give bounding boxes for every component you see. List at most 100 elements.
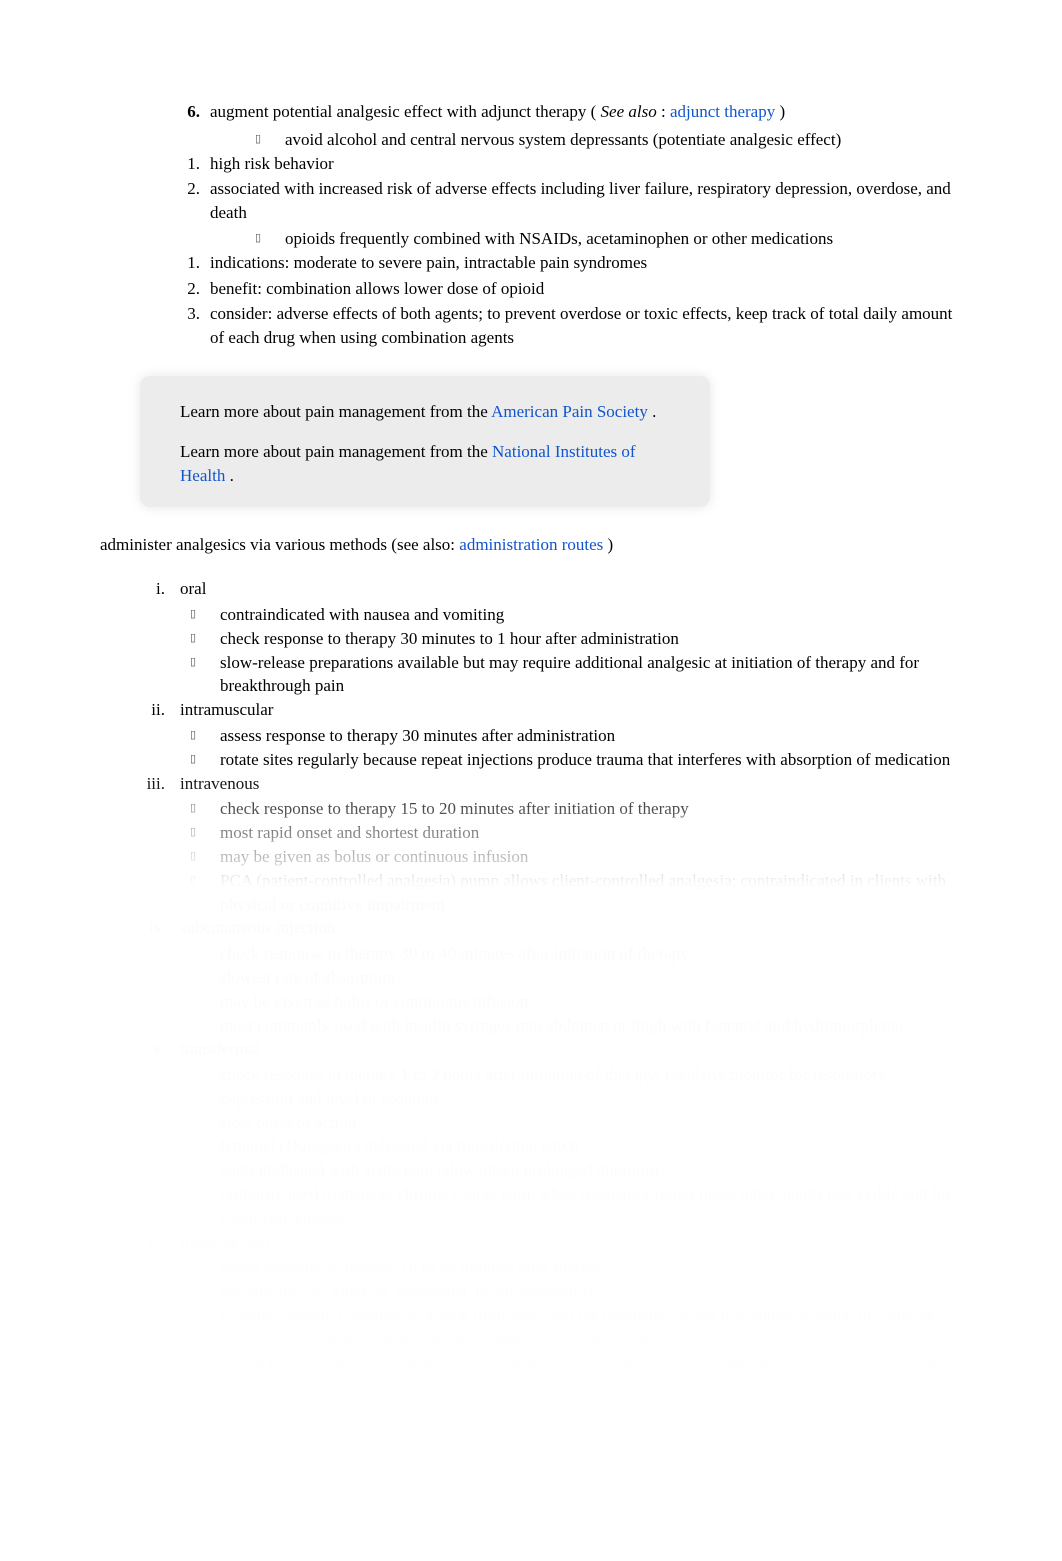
square-bullet-icon: ▯ — [190, 1398, 220, 1446]
square-bullet-icon: ▯ — [190, 1014, 220, 1038]
combo-item-text: benefit: combination allows lower dose o… — [210, 277, 962, 301]
risk-item: 1.high risk behavior — [180, 152, 962, 176]
square-bullet-icon: ▯ — [190, 797, 220, 821]
risk-item-number: 2. — [180, 177, 210, 225]
combo-item-number: 3. — [180, 302, 210, 350]
route-sub-item: ▯slowest rate of absorption — [190, 966, 962, 990]
route-sub-item: ▯slow onset of action — [190, 1111, 962, 1135]
combo-item-number: 1. — [180, 251, 210, 275]
square-bullet-icon: ▯ — [190, 1182, 220, 1230]
route-number: i. — [135, 577, 180, 601]
route-sub-item: ▯primarily used to manage chronic cancer… — [190, 1182, 962, 1230]
route-sub-text: most commonly used with insulin syringes… — [220, 1014, 962, 1038]
admin-pre: administer analgesics via various method… — [100, 535, 459, 554]
route-sub-text: may be given as bolus or continuous infu… — [220, 990, 962, 1014]
route-sub-item: ▯assess response to therapy 30 minutes a… — [190, 724, 962, 748]
route-label: intramuscular — [180, 698, 962, 722]
route-sub-item: ▯buccal fentanyl tablet: for breakthroug… — [190, 1351, 962, 1399]
close-paren: ) — [779, 102, 785, 121]
route-label: transmucosal — [180, 1230, 962, 1254]
square-bullet-icon: ▯ — [190, 966, 220, 990]
route-label: intravenous — [180, 772, 962, 796]
route-label: oral — [180, 577, 962, 601]
administer-line: administer analgesics via various method… — [100, 533, 962, 557]
administration-routes-link[interactable]: administration routes — [459, 535, 603, 554]
combo-item-number: 2. — [180, 277, 210, 301]
route-item: vi.transmucosal — [135, 1230, 962, 1254]
route-item: iii.intravenous — [135, 772, 962, 796]
route-sub-item: ▯check response to therapy 1 to 2 hours … — [190, 1063, 962, 1111]
route-sub-item: ▯check response to therapy 30 minutes to… — [190, 627, 962, 651]
square-bullet-icon: ▯ — [190, 1134, 220, 1158]
route-sub-item: ▯continuous delivery of opioid medicatio… — [190, 1398, 962, 1446]
route-sub-item: ▯most rapid onset and shortest duration — [190, 821, 962, 845]
route-sub-text: continuous delivery of opioid medication… — [220, 1398, 962, 1446]
list-item-6: 6. augment potential analgesic effect wi… — [180, 100, 962, 124]
square-bullet-icon: ▯ — [190, 1158, 220, 1182]
route-item: v.transdermal — [135, 1037, 962, 1061]
adjunct-therapy-link[interactable]: adjunct therapy — [670, 102, 775, 121]
square-bullet-icon: ▯ — [190, 627, 220, 651]
route-sub-item: ▯example: fentanyl lozenge on a stick (t… — [190, 1303, 962, 1351]
combo-item-text: indications: moderate to severe pain, in… — [210, 251, 962, 275]
route-sub-item: ▯may be given as bolus or continuous inf… — [190, 990, 962, 1014]
american-pain-society-link[interactable]: American Pain Society — [491, 402, 648, 421]
route-sub-text: slow-release preparations available but … — [220, 651, 962, 699]
route-sub-text: check response to therapy 30 to 40 minut… — [220, 942, 962, 966]
route-sub-text: assess response to therapy 30 minutes af… — [220, 724, 962, 748]
route-sub-text: slowest rate of absorption — [220, 966, 962, 990]
route-number: v. — [135, 1037, 180, 1061]
square-bullet-icon: ▯ — [190, 748, 220, 772]
route-sub-text: fentanyl (Duragesic) delivered via trans… — [220, 1134, 962, 1158]
route-label: transdermal — [180, 1037, 962, 1061]
item6-sub: ▯ avoid alcohol and central nervous syst… — [255, 128, 962, 152]
route-number: vi. — [135, 1230, 180, 1254]
route-sub-text: check response to therapy 1 to 2 hours a… — [220, 1063, 962, 1111]
square-bullet-icon: ▯ — [190, 821, 220, 845]
info-line-2: Learn more about pain management from th… — [180, 440, 670, 488]
risk-item-number: 1. — [180, 152, 210, 176]
route-sub-item: ▯options: buccal, gingival, sublingual, … — [190, 1279, 962, 1303]
route-sub-item: ▯most commonly used with insulin syringe… — [190, 1014, 962, 1038]
route-sub-text: buccal fentanyl tablet: for breakthrough… — [220, 1351, 962, 1399]
square-bullet-icon: ▯ — [255, 128, 285, 152]
square-bullet-icon: ▯ — [190, 1063, 220, 1111]
route-sub-item: ▯check response to therapy 15 to 20 minu… — [190, 797, 962, 821]
route-sub-text: most rapid onset and shortest duration — [220, 821, 962, 845]
route-sub-item: ▯may be given as bolus or continuous inf… — [190, 845, 962, 869]
item6-sub-text: avoid alcohol and central nervous system… — [285, 128, 962, 152]
route-sub-item: ▯slow-release preparations available but… — [190, 651, 962, 699]
combo-item: 1.indications: moderate to severe pain, … — [180, 251, 962, 275]
route-number: iv. — [135, 916, 180, 940]
route-sub-text: check response to therapy 15 to 20 minut… — [220, 797, 962, 821]
route-sub-item: ▯contraindicated with nausea and vomitin… — [190, 603, 962, 627]
route-item: i.oral — [135, 577, 962, 601]
route-sub-item: ▯rotate sites regularly because repeat i… — [190, 748, 962, 772]
route-sub-text: PCA (patient-controlled analgesia) pump … — [220, 869, 962, 917]
info2-post: . — [230, 466, 234, 485]
route-sub-text: rotate sites regularly because repeat in… — [220, 748, 962, 772]
route-sub-text: options: buccal, gingival, sublingual, r… — [220, 1279, 962, 1303]
square-bullet-icon: ▯ — [190, 990, 220, 1014]
risk-sub: ▯ opioids frequently combined with NSAID… — [255, 227, 962, 251]
risk-item: 2.associated with increased risk of adve… — [180, 177, 962, 225]
item6-number: 6. — [180, 100, 210, 124]
route-sub-text: slow onset of action — [220, 1111, 962, 1135]
route-label: subcutaneous injection — [180, 916, 962, 940]
route-sub-item: ▯PCA (patient-controlled analgesia) pump… — [190, 869, 962, 917]
square-bullet-icon: ▯ — [190, 942, 220, 966]
route-sub-text: example: fentanyl lozenge on a stick (tr… — [220, 1303, 962, 1351]
square-bullet-icon: ▯ — [255, 227, 285, 251]
info-box: Learn more about pain management from th… — [140, 376, 710, 507]
info-line-1: Learn more about pain management from th… — [180, 400, 670, 424]
square-bullet-icon: ▯ — [190, 724, 220, 748]
square-bullet-icon: ▯ — [190, 651, 220, 699]
route-sub-text: primarily used to manage chronic cancer … — [220, 1182, 962, 1230]
square-bullet-icon: ▯ — [190, 845, 220, 869]
route-item: iv.subcutaneous injection — [135, 916, 962, 940]
route-sub-item: ▯check response to therapy 30 to 40 minu… — [190, 942, 962, 966]
square-bullet-icon: ▯ — [190, 603, 220, 627]
risk-item-text: high risk behavior — [210, 152, 962, 176]
route-number: ii. — [135, 698, 180, 722]
admin-post: ) — [608, 535, 614, 554]
